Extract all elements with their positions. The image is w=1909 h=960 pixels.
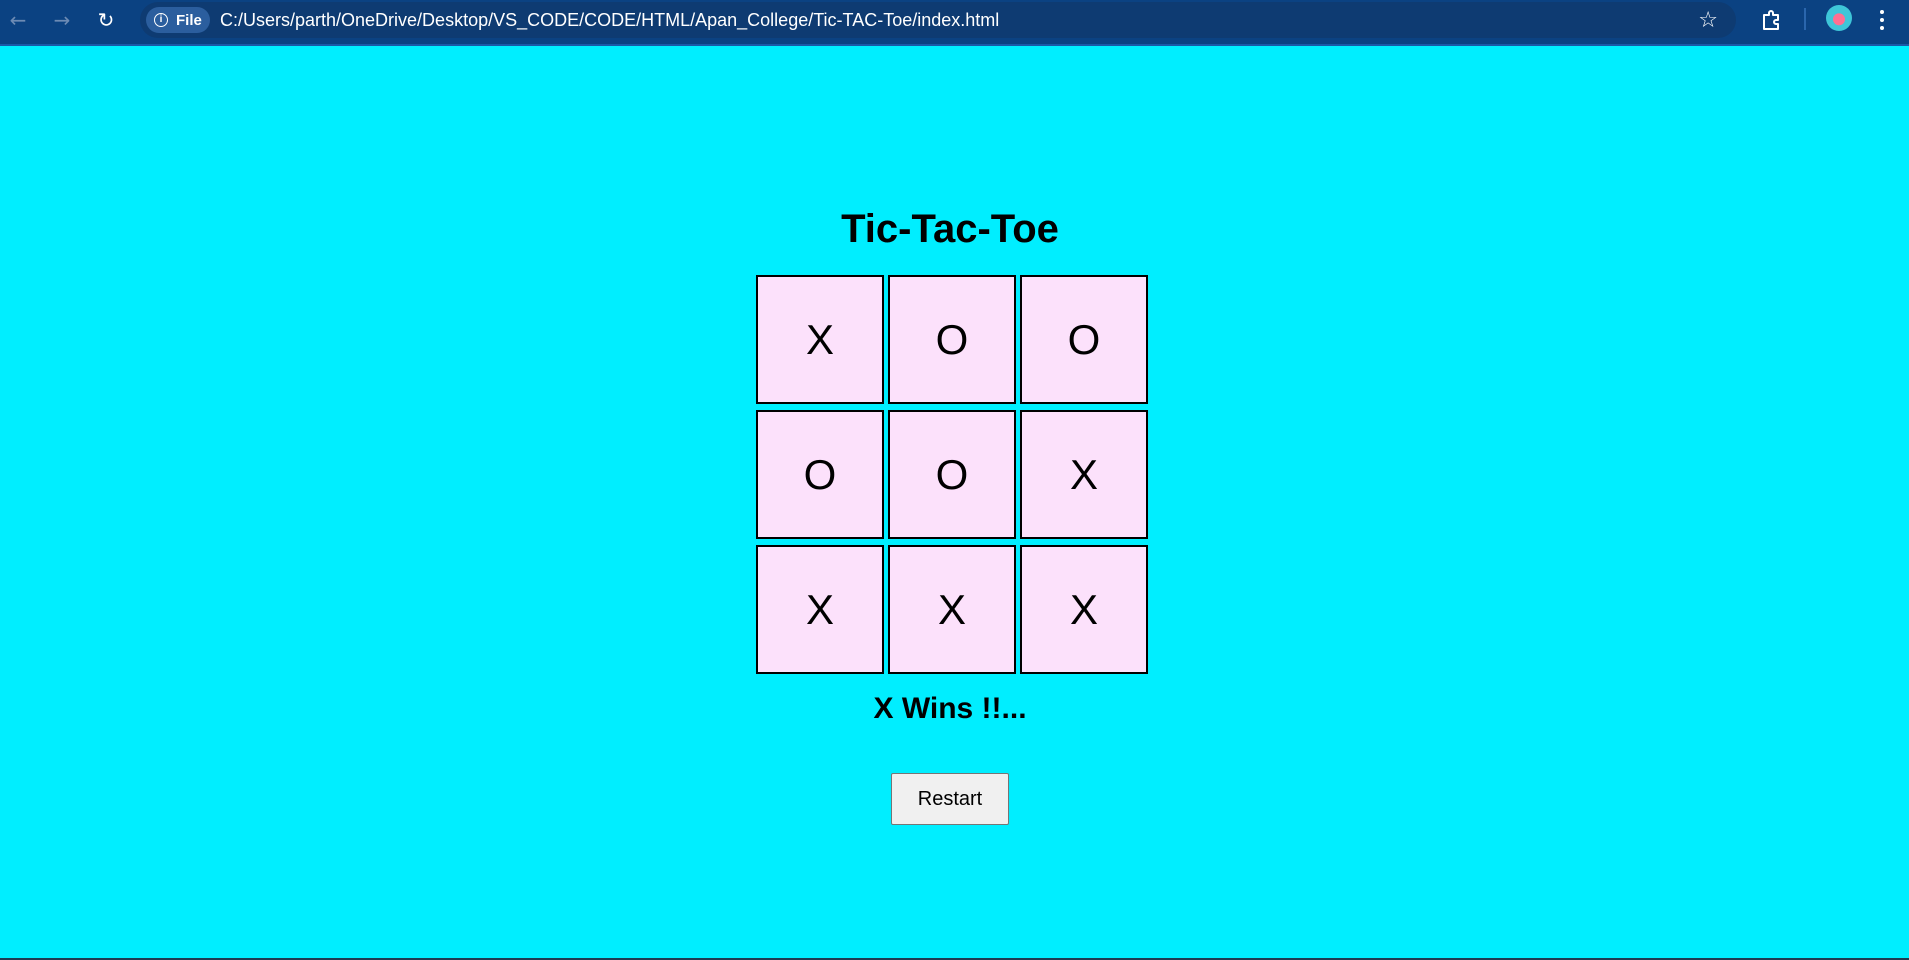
site-info-chip[interactable]: i File xyxy=(146,7,210,33)
board-cell-8[interactable]: X xyxy=(888,545,1016,674)
browser-toolbar: ← → ↻ i File C:/Users/parth/OneDrive/Des… xyxy=(0,0,1909,46)
game-board: X O O O O X X X X xyxy=(756,275,1148,674)
board-cell-5[interactable]: O xyxy=(888,410,1016,539)
back-arrow-icon[interactable]: ← xyxy=(2,4,34,36)
board-cell-6[interactable]: X xyxy=(1020,410,1148,539)
avatar[interactable] xyxy=(1826,5,1852,31)
url-text[interactable]: C:/Users/parth/OneDrive/Desktop/VS_CODE/… xyxy=(220,2,999,38)
board-cell-3[interactable]: O xyxy=(1020,275,1148,404)
page-title: Tic-Tac-Toe xyxy=(841,207,1059,251)
board-cell-7[interactable]: X xyxy=(756,545,884,674)
board-cell-2[interactable]: O xyxy=(888,275,1016,404)
winner-message: X Wins !!... xyxy=(873,692,1027,725)
puzzle-icon[interactable] xyxy=(1760,8,1784,32)
info-icon: i xyxy=(154,13,168,27)
site-info-label: File xyxy=(176,11,202,29)
board-cell-4[interactable]: O xyxy=(756,410,884,539)
reload-icon[interactable]: ↻ xyxy=(90,4,122,36)
board-cell-1[interactable]: X xyxy=(756,275,884,404)
star-icon[interactable]: ☆ xyxy=(1698,8,1718,33)
restart-button[interactable]: Restart xyxy=(891,773,1009,825)
forward-arrow-icon[interactable]: → xyxy=(46,4,78,36)
address-bar[interactable]: i File C:/Users/parth/OneDrive/Desktop/V… xyxy=(140,2,1736,38)
vertical-dots-icon[interactable] xyxy=(1870,4,1894,36)
board-cell-9[interactable]: X xyxy=(1020,545,1148,674)
toolbar-divider xyxy=(1804,8,1806,30)
